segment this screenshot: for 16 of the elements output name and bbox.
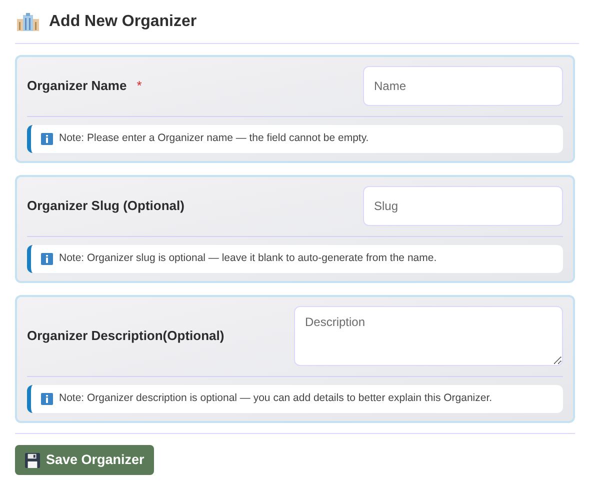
text-area[interactable]: Description [294,306,563,366]
text-field[interactable]: Slug [363,186,563,226]
info-icon [41,133,53,145]
building-icon [17,12,39,30]
text-field[interactable]: Name [363,66,563,106]
note-text: Note: Organizer slug is optional — leave it blank to auto-generate from the name. [59,251,437,266]
field-label: Organizer Description(Optional) [27,327,224,346]
page-title: Add New Organizer [49,12,197,32]
info-icon [41,393,53,405]
note-text: Note: Organizer description is optional — you can add details to better explain this Organizer. [59,391,492,406]
field-label: Organizer Slug (Optional) [27,197,184,216]
note-text: Note: Please enter a Organizer name — the field cannot be empty. [59,131,369,146]
save-button[interactable]: Save Organizer [15,445,154,475]
field-label: Organizer Name [27,77,127,96]
required-mark: * [136,77,142,96]
info-icon [41,253,53,265]
